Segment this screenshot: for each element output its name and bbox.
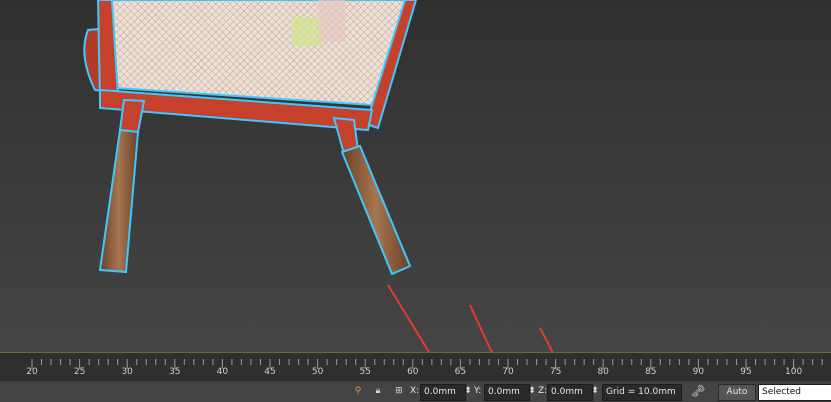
x-coordinate-field[interactable]: 0.0mm (420, 384, 466, 401)
y-spinner-icon[interactable]: ⬍ (528, 384, 536, 399)
track-bar[interactable]: 20 25 30 35 40 45 50 55 60 65 70 75 80 85 90 95 100 (0, 352, 831, 381)
pin-icon[interactable]: ⚲ (352, 384, 364, 399)
timeline-tick-label: 50 (311, 367, 324, 377)
timeline-tick-label: 85 (645, 367, 657, 377)
timeline-tick-label: 35 (169, 367, 181, 377)
z-spinner-icon[interactable]: ⬍ (591, 384, 599, 399)
auto-key-button[interactable]: Auto (718, 384, 756, 401)
timeline-tick-label: 75 (549, 367, 562, 377)
x-spinner-icon[interactable]: ⬍ (464, 384, 472, 399)
timeline-tick-label: 55 (359, 367, 371, 377)
timeline-tick-label: 40 (216, 367, 229, 377)
z-coordinate-field[interactable]: 0.0mm (547, 384, 593, 401)
timeline-tick-label: 45 (264, 367, 276, 377)
timeline-tick-label: 20 (26, 367, 38, 377)
selection-set-dropdown[interactable]: Selected (758, 384, 831, 401)
absolute-mode-icon[interactable]: ⊞ (393, 384, 405, 399)
lock-icon[interactable]: 🔒︎ (372, 384, 384, 399)
timeline-tick-label: 70 (502, 367, 514, 377)
y-label: Y: (474, 386, 482, 396)
timeline-tick-label: 80 (597, 367, 609, 377)
viewport-scene (83, 0, 554, 352)
3d-viewport[interactable] (0, 0, 831, 352)
annotation-arrows (387, 284, 554, 352)
timeline-tick-label: 90 (692, 367, 705, 377)
grid-readout: Grid = 10.0mm (602, 384, 682, 401)
timeline-tick-label: 100 (785, 367, 803, 377)
timeline-tick-label: 65 (454, 367, 467, 377)
z-label: Z: (538, 386, 548, 396)
timeline-tick-label: 25 (73, 367, 86, 377)
key-icon[interactable]: 🗝︎ (688, 384, 708, 399)
timeline-tick-label: 30 (121, 367, 133, 377)
x-label: X: (410, 386, 420, 396)
status-bar: ⚲ 🔒︎ ⊞ X: 0.0mm ⬍ Y: 0.0mm ⬍ Z: 0.0mm ⬍ … (0, 380, 831, 402)
chair-model[interactable] (83, 0, 418, 276)
timeline-tick-label: 95 (740, 367, 752, 377)
y-coordinate-field[interactable]: 0.0mm (484, 384, 530, 401)
timeline-tick-label: 60 (407, 367, 419, 377)
